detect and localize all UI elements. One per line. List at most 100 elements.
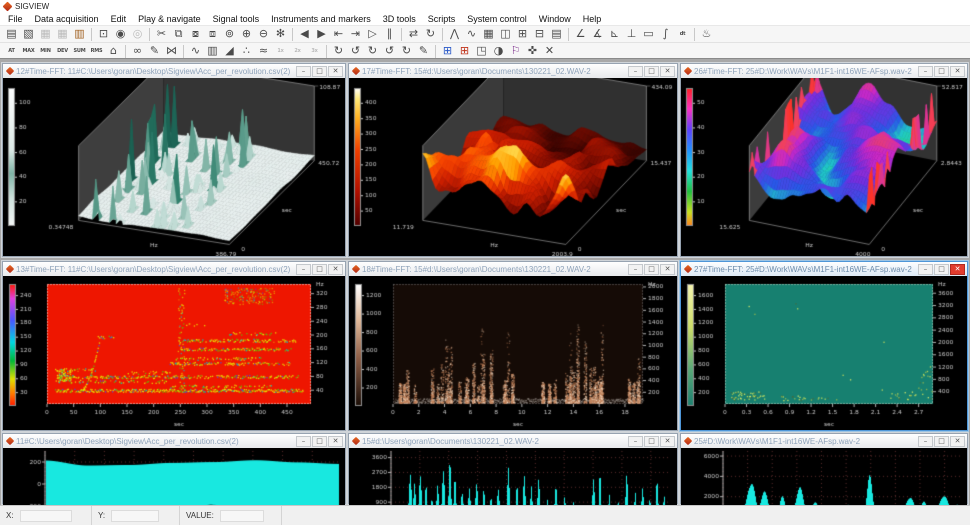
menu-file[interactable]: File <box>2 13 29 26</box>
surface3d-plot-canvas[interactable] <box>349 78 677 256</box>
angle-measure-button[interactable]: ∡ <box>589 26 606 42</box>
maximize-button[interactable]: □ <box>644 263 659 275</box>
3d-palette-button[interactable]: ⊞ <box>456 43 473 59</box>
rotate-y-button[interactable]: ↺ <box>347 43 364 59</box>
fft-window-button[interactable]: ⋀ <box>446 26 463 42</box>
minimize-button[interactable]: – <box>296 263 311 275</box>
link-windows-button[interactable]: ∞ <box>129 43 146 59</box>
close-button[interactable]: ✕ <box>660 435 675 447</box>
child-window-surface3d-0[interactable]: 12#Time-FFT: 11#C:\Users\goran\Desktop\S… <box>2 63 346 257</box>
child-window-spectrogram-5[interactable]: 27#Time-FFT: 25#D:\Work\WAVs\M1F1-int16W… <box>680 261 968 431</box>
window-titlebar[interactable]: 12#Time-FFT: 11#C:\Users\goran\Desktop\S… <box>3 64 345 78</box>
plot-step-button[interactable]: ≈ <box>255 43 272 59</box>
play-reverse-button[interactable]: ◀ <box>296 26 313 42</box>
child-window-surface3d-1[interactable]: 17#Time-FFT: 15#d:\Users\goran\Documents… <box>348 63 678 257</box>
zoom-tool-button[interactable]: ⊚ <box>221 26 238 42</box>
minimize-button[interactable]: – <box>296 65 311 77</box>
close-button[interactable]: ✕ <box>328 65 343 77</box>
maximize-button[interactable]: □ <box>312 435 327 447</box>
menu-signal-tools[interactable]: Signal tools <box>207 13 266 26</box>
menu-3d-tools[interactable]: 3D tools <box>377 13 422 26</box>
child-window-spectrogram-3[interactable]: 13#Time-FFT: 11#C:\Users\goran\Desktop\S… <box>2 261 346 431</box>
child-window-waveform-8[interactable]: 25#D:\Work\WAVs\M1F1-int16WE-AFsp.wav-2 –… <box>680 433 968 525</box>
derivative-button[interactable]: dt <box>674 26 691 42</box>
menu-help[interactable]: Help <box>577 13 608 26</box>
menu-instruments-and-markers[interactable]: Instruments and markers <box>265 13 377 26</box>
stat-rms-button[interactable]: RMS <box>88 43 105 59</box>
tile-windows-button[interactable]: ⊟ <box>531 26 548 42</box>
maximize-button[interactable]: □ <box>644 435 659 447</box>
3d-view-button[interactable]: ◫ <box>497 26 514 42</box>
minimize-button[interactable]: – <box>918 435 933 447</box>
plot-points-button[interactable]: ∴ <box>238 43 255 59</box>
menu-system-control[interactable]: System control <box>461 13 533 26</box>
spectrogram-plot-canvas[interactable] <box>3 276 345 430</box>
paste-special-button[interactable]: ⧈ <box>204 26 221 42</box>
maximize-button[interactable]: □ <box>644 65 659 77</box>
settings-button[interactable]: ✻ <box>272 26 289 42</box>
acquisition-settings-button[interactable]: ⊡ <box>95 26 112 42</box>
marker-tools-button[interactable]: ∠ <box>572 26 589 42</box>
marker-flag-button[interactable]: ⚐ <box>507 43 524 59</box>
minimize-button[interactable]: – <box>628 263 643 275</box>
stat-dev-button[interactable]: DEV <box>54 43 71 59</box>
close-button[interactable]: ✕ <box>328 263 343 275</box>
overlay-windows-button[interactable]: ⊞ <box>514 26 531 42</box>
maximize-button[interactable]: □ <box>934 435 949 447</box>
window-titlebar[interactable]: 13#Time-FFT: 11#C:\Users\goran\Desktop\S… <box>3 262 345 276</box>
menu-scripts[interactable]: Scripts <box>422 13 462 26</box>
stat-max-button[interactable]: MAX <box>20 43 37 59</box>
close-button[interactable]: ✕ <box>328 435 343 447</box>
step-forward-button[interactable]: ⇥ <box>347 26 364 42</box>
close-button[interactable]: ✕ <box>950 65 965 77</box>
stat-sum-button[interactable]: SUM <box>71 43 88 59</box>
3d-contrast-button[interactable]: ◑ <box>490 43 507 59</box>
perpendicular-measure-button[interactable]: ⊾ <box>606 26 623 42</box>
plot-line-button[interactable]: ∿ <box>187 43 204 59</box>
zoom-out-button[interactable]: ⊖ <box>255 26 272 42</box>
replay-button[interactable]: ↻ <box>422 26 439 42</box>
close-button[interactable]: ✕ <box>660 263 675 275</box>
plot-bars-button[interactable]: ▥ <box>204 43 221 59</box>
stat-home-button[interactable]: ⌂ <box>105 43 122 59</box>
window-titlebar[interactable]: 25#D:\Work\WAVs\M1F1-int16WE-AFsp.wav-2 –… <box>681 434 967 448</box>
rotate-free-button[interactable]: ↺ <box>381 43 398 59</box>
menu-window[interactable]: Window <box>533 13 577 26</box>
3d-settings-button[interactable]: ⊞ <box>439 43 456 59</box>
close-tool-button[interactable]: ✕ <box>541 43 558 59</box>
minimize-button[interactable]: – <box>628 65 643 77</box>
close-button[interactable]: ✕ <box>660 65 675 77</box>
menu-data-acquisition[interactable]: Data acquisition <box>29 13 105 26</box>
minimize-button[interactable]: – <box>296 435 311 447</box>
spectrogram-plot-canvas[interactable] <box>681 276 967 430</box>
cut-button[interactable]: ✂ <box>153 26 170 42</box>
stat-at-button[interactable]: AT <box>3 43 20 59</box>
surface3d-plot-canvas[interactable] <box>681 78 967 256</box>
spectrogram-plot-canvas[interactable] <box>349 276 677 430</box>
child-window-waveform-6[interactable]: 11#C:\Users\goran\Desktop\Sigview\Acc_pe… <box>2 433 346 525</box>
rotate-custom-button[interactable]: ✎ <box>415 43 432 59</box>
stat-min-button[interactable]: MIN <box>37 43 54 59</box>
paste-button[interactable]: ⧇ <box>187 26 204 42</box>
3d-cube-button[interactable]: ◳ <box>473 43 490 59</box>
window-titlebar[interactable]: 26#Time-FFT: 25#D:\Work\WAVs\M1F1-int16W… <box>681 64 967 78</box>
minimize-button[interactable]: – <box>628 435 643 447</box>
zoom-in-button[interactable]: ⊕ <box>238 26 255 42</box>
child-window-surface3d-2[interactable]: 26#Time-FFT: 25#D:\Work\WAVs\M1F1-int16W… <box>680 63 968 257</box>
play-to-end-button[interactable]: ▷ <box>364 26 381 42</box>
play-button[interactable]: ▶ <box>313 26 330 42</box>
integral-button[interactable]: ∫ <box>657 26 674 42</box>
window-titlebar[interactable]: 18#Time-FFT: 15#d:\Users\goran\Documents… <box>349 262 677 276</box>
maximize-button[interactable]: □ <box>934 263 949 275</box>
maximize-button[interactable]: □ <box>312 65 327 77</box>
window-titlebar[interactable]: 27#Time-FFT: 25#D:\Work\WAVs\M1F1-int16W… <box>681 262 967 276</box>
open-signal-file-button[interactable]: ▤ <box>3 26 20 42</box>
menu-edit[interactable]: Edit <box>105 13 133 26</box>
print-graph-button[interactable]: ▤ <box>548 26 565 42</box>
menu-play-navigate[interactable]: Play & navigate <box>132 13 207 26</box>
maximize-button[interactable]: □ <box>312 263 327 275</box>
minimize-button[interactable]: – <box>918 263 933 275</box>
ruler-button[interactable]: ▭ <box>640 26 657 42</box>
time-fft-button[interactable]: ∿ <box>463 26 480 42</box>
maximize-button[interactable]: □ <box>934 65 949 77</box>
